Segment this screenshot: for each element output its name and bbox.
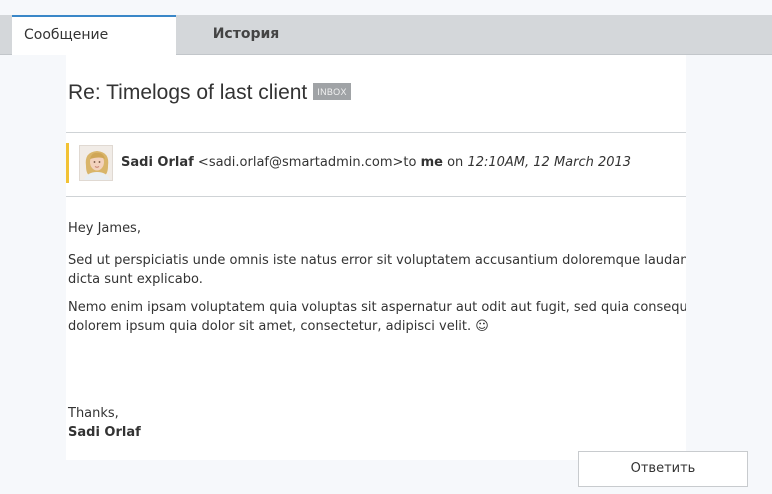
- paragraph-line: dolorem ipsum quia dolor sit amet, conse…: [68, 319, 489, 334]
- avatar: [79, 145, 113, 181]
- divider: [66, 132, 686, 133]
- tab-message[interactable]: Сообщение: [12, 15, 176, 55]
- subject-text: Re: Timelogs of last client: [68, 81, 308, 104]
- paragraph-line: Nemo enim ipsam voluptatem quia voluptas…: [68, 300, 686, 315]
- signature-block: Thanks, Sadi Orlaf: [68, 404, 141, 442]
- signature-name: Sadi Orlaf: [68, 425, 141, 440]
- greeting: Hey James,: [68, 221, 141, 236]
- recipient: me: [420, 155, 443, 170]
- paragraph-2: Nemo enim ipsam voluptatem quia voluptas…: [68, 298, 686, 336]
- message-pane: Re: Timelogs of last client INBOX Sadi Or…: [12, 55, 772, 494]
- sender-email[interactable]: <sadi.orlaf@smartadmin.com>: [198, 155, 403, 170]
- to-word: to: [403, 155, 417, 170]
- message-view: Re: Timelogs of last client INBOX Sadi Or…: [66, 55, 686, 460]
- message-date: 12:10AM, 12 March 2013: [467, 155, 632, 170]
- sender-name[interactable]: Sadi Orlaf: [121, 155, 194, 170]
- tab-bar: Сообщение История: [0, 15, 772, 55]
- paragraph-line: Sed ut perspiciatis unde omnis iste natu…: [68, 253, 686, 268]
- on-word: on: [447, 155, 464, 170]
- avatar-image-icon: [80, 146, 112, 180]
- divider: [66, 196, 686, 197]
- sender-line: Sadi Orlaf <sadi.orlaf@smartadmin.com>to…: [121, 155, 631, 170]
- sender-row: Sadi Orlaf <sadi.orlaf@smartadmin.com>to…: [66, 143, 686, 183]
- closing: Thanks,: [68, 406, 119, 421]
- paragraph-1: Sed ut perspiciatis unde omnis iste natu…: [68, 251, 686, 289]
- paragraph-line: dicta sunt explicabo.: [68, 272, 203, 287]
- reply-button[interactable]: Ответить: [578, 451, 748, 487]
- tab-history[interactable]: История: [176, 15, 316, 55]
- message-subject: Re: Timelogs of last client INBOX: [68, 81, 351, 105]
- sender-accent-bar: [66, 143, 69, 183]
- folder-badge: INBOX: [313, 82, 351, 100]
- message-body: Hey James, Sed ut perspiciatis unde omni…: [68, 219, 686, 345]
